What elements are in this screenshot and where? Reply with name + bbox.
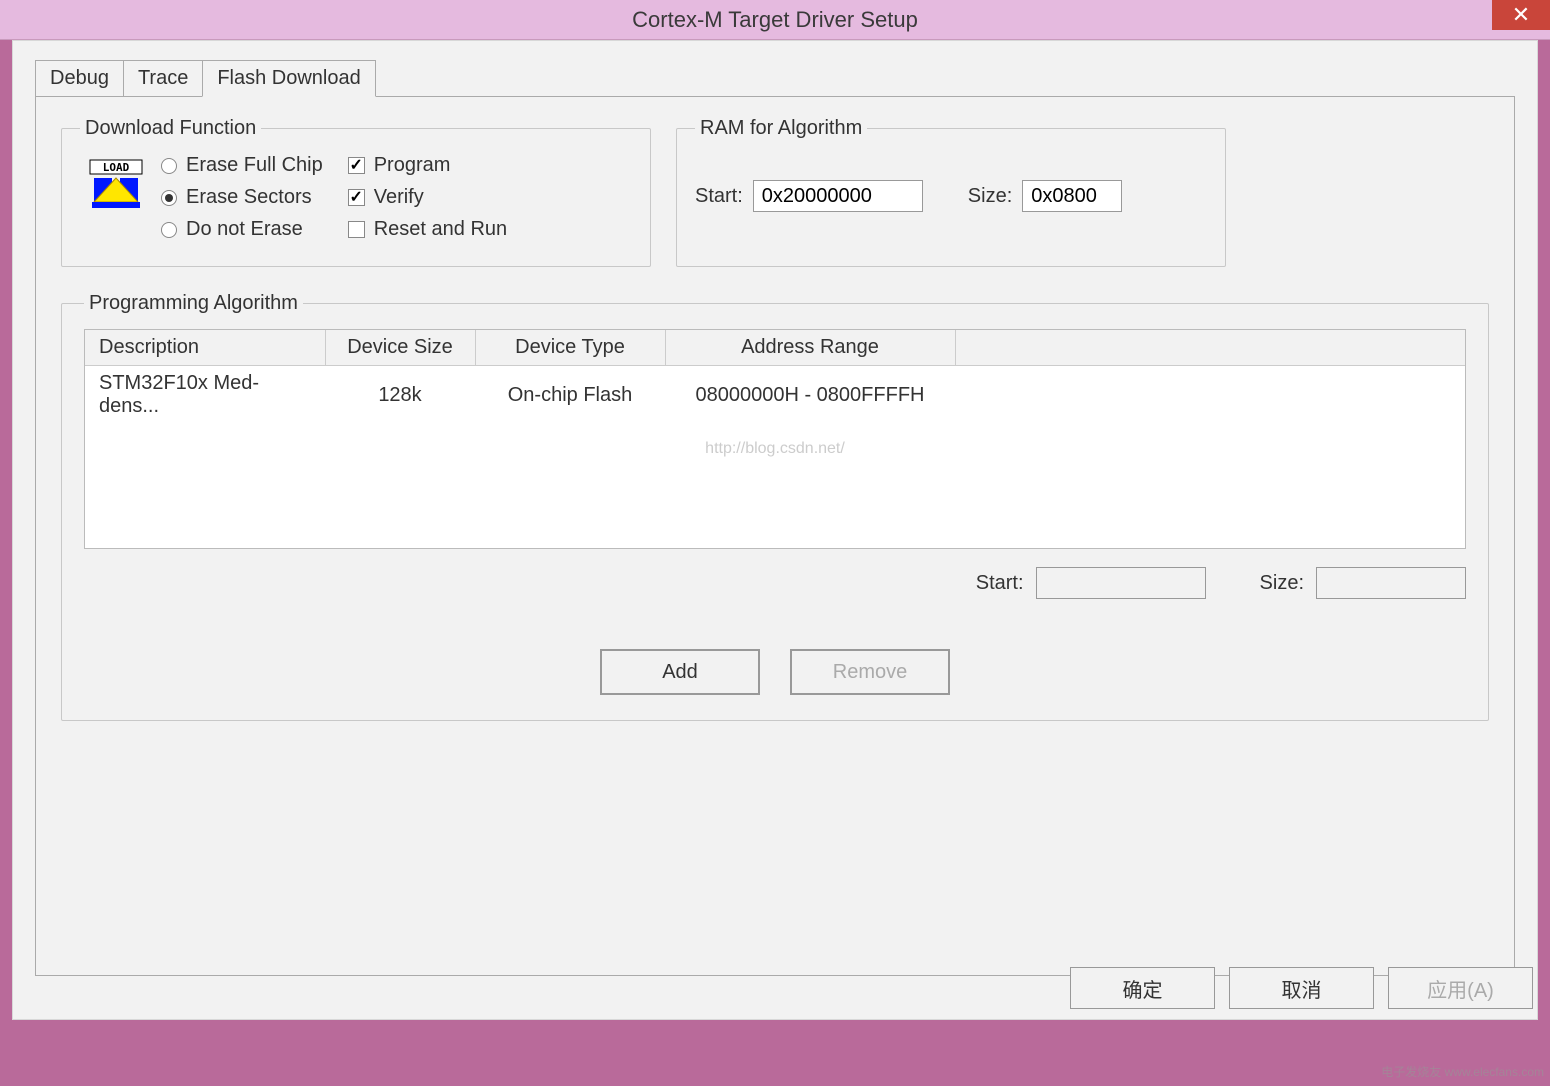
watermark-text: http://blog.csdn.net/ (85, 440, 1465, 458)
alg-start-label: Start: (976, 572, 1024, 595)
checkbox-icon (348, 221, 365, 238)
dialog-content: Debug Trace Flash Download Download Func… (12, 40, 1538, 1020)
check-label: Verify (374, 186, 424, 209)
tab-flash-download[interactable]: Flash Download (202, 60, 375, 97)
load-icon: LOAD (86, 158, 146, 213)
ram-for-algorithm-group: RAM for Algorithm Start: Size: (676, 117, 1226, 267)
add-button[interactable]: Add (600, 649, 760, 695)
radio-erase-sectors[interactable]: Erase Sectors (161, 186, 323, 209)
apply-button: 应用(A) (1388, 967, 1533, 1009)
radio-label: Erase Sectors (186, 186, 312, 209)
cell-device-size: 128k (325, 366, 475, 425)
ok-button[interactable]: 确定 (1070, 967, 1215, 1009)
tab-strip: Debug Trace Flash Download (35, 56, 1515, 96)
check-reset-and-run[interactable]: Reset and Run (348, 218, 507, 241)
ram-legend: RAM for Algorithm (695, 117, 867, 140)
check-verify[interactable]: Verify (348, 186, 507, 209)
radio-label: Do not Erase (186, 218, 303, 241)
radio-erase-full-chip[interactable]: Erase Full Chip (161, 154, 323, 177)
tab-trace[interactable]: Trace (123, 60, 203, 96)
alg-start-input (1036, 567, 1206, 599)
check-label: Reset and Run (374, 218, 507, 241)
svg-text:LOAD: LOAD (103, 161, 130, 174)
cell-device-type: On-chip Flash (475, 366, 665, 425)
window-title: Cortex-M Target Driver Setup (632, 7, 918, 33)
dialog-footer: 确定 取消 应用(A) (1070, 967, 1533, 1009)
check-program[interactable]: Program (348, 154, 507, 177)
tab-body-flash: Download Function LOAD Erase Full Chip (35, 96, 1515, 976)
ram-size-input[interactable] (1022, 180, 1122, 212)
radio-label: Erase Full Chip (186, 154, 323, 177)
download-function-group: Download Function LOAD Erase Full Chip (61, 117, 651, 267)
algorithm-table[interactable]: Description Device Size Device Type Addr… (84, 329, 1466, 549)
programming-algorithm-group: Programming Algorithm Description Device… (61, 292, 1489, 721)
col-description[interactable]: Description (85, 330, 325, 366)
radio-icon (161, 222, 177, 238)
check-label: Program (374, 154, 451, 177)
col-spacer (955, 330, 1465, 366)
tab-debug[interactable]: Debug (35, 60, 124, 96)
col-address-range[interactable]: Address Range (665, 330, 955, 366)
corner-watermark: 电子发烧友 www.elecfans.com (1381, 1063, 1544, 1080)
col-device-size[interactable]: Device Size (325, 330, 475, 366)
table-row[interactable]: STM32F10x Med-dens... 128k On-chip Flash… (85, 366, 1465, 425)
close-icon: ✕ (1512, 2, 1530, 28)
remove-button: Remove (790, 649, 950, 695)
checkbox-icon (348, 189, 365, 206)
ram-size-label: Size: (968, 185, 1012, 208)
alg-size-input (1316, 567, 1466, 599)
checkbox-icon (348, 157, 365, 174)
radio-icon (161, 190, 177, 206)
close-button[interactable]: ✕ (1492, 0, 1550, 30)
cell-description: STM32F10x Med-dens... (85, 366, 325, 425)
cell-address-range: 08000000H - 0800FFFFH (665, 366, 955, 425)
radio-do-not-erase[interactable]: Do not Erase (161, 218, 323, 241)
alg-size-label: Size: (1260, 572, 1304, 595)
cancel-button[interactable]: 取消 (1229, 967, 1374, 1009)
col-device-type[interactable]: Device Type (475, 330, 665, 366)
radio-icon (161, 158, 177, 174)
ram-start-label: Start: (695, 185, 743, 208)
download-function-legend: Download Function (80, 117, 261, 140)
titlebar: Cortex-M Target Driver Setup ✕ (0, 0, 1550, 40)
prog-alg-legend: Programming Algorithm (84, 292, 303, 315)
ram-start-input[interactable] (753, 180, 923, 212)
